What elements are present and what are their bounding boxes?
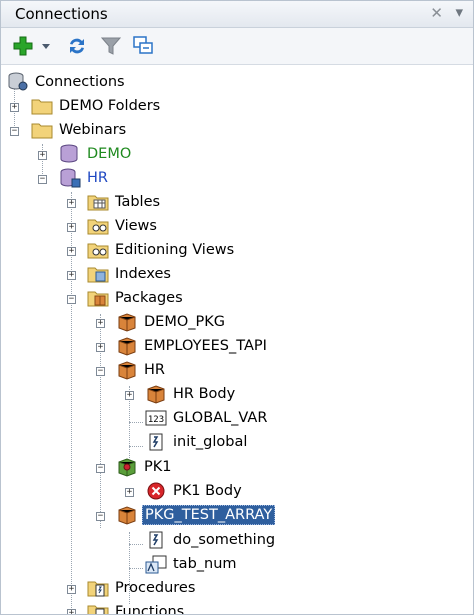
filter-icon[interactable] bbox=[99, 34, 123, 58]
expand-toggle[interactable]: + bbox=[67, 223, 76, 232]
expand-toggle[interactable]: + bbox=[125, 488, 134, 497]
folder-icon bbox=[31, 120, 53, 140]
tree-item-global-var[interactable]: 123 GLOBAL_VAR bbox=[145, 406, 269, 430]
panel-title: Connections bbox=[15, 5, 108, 23]
expand-toggle[interactable]: + bbox=[67, 199, 76, 208]
views-folder-icon bbox=[87, 216, 109, 236]
close-icon[interactable]: ✕ bbox=[430, 4, 443, 22]
connections-panel: Connections ✕ ▾ Connections + DEMO Folde… bbox=[0, 0, 474, 615]
panel-titlebar: Connections ✕ ▾ bbox=[1, 1, 473, 28]
tree-item-webinars[interactable]: Webinars bbox=[31, 118, 128, 142]
expand-toggle[interactable]: + bbox=[67, 609, 76, 614]
package-debug-icon bbox=[116, 457, 138, 477]
tree-item-hr-package[interactable]: HR bbox=[116, 358, 167, 382]
panel-menu-arrow-icon[interactable]: ▾ bbox=[455, 3, 463, 21]
expand-toggle[interactable]: + bbox=[67, 247, 76, 256]
procedure-icon bbox=[145, 432, 167, 452]
package-icon bbox=[116, 312, 138, 332]
refresh-icon[interactable] bbox=[65, 34, 89, 58]
expand-toggle[interactable]: + bbox=[96, 319, 105, 328]
database-icon bbox=[59, 144, 81, 164]
tree-item-packages[interactable]: Packages bbox=[87, 286, 185, 310]
tree-item-indexes[interactable]: Indexes bbox=[87, 262, 173, 286]
database-connected-icon bbox=[59, 168, 81, 188]
tree-item-views[interactable]: Views bbox=[87, 214, 159, 238]
selected-item-label: PKG_TEST_ARRAY bbox=[142, 505, 276, 525]
error-icon bbox=[145, 481, 167, 501]
svg-text:123: 123 bbox=[148, 415, 164, 425]
collapse-toggle[interactable]: − bbox=[96, 464, 105, 473]
add-icon[interactable] bbox=[11, 34, 35, 58]
expand-toggle[interactable]: + bbox=[38, 151, 47, 160]
tree-item-procedures[interactable]: Procedures bbox=[87, 576, 197, 600]
collapse-toggle[interactable]: − bbox=[67, 295, 76, 304]
package-icon bbox=[116, 505, 138, 525]
tree-item-init-global[interactable]: init_global bbox=[145, 430, 249, 454]
tree-item-demo-pkg[interactable]: DEMO_PKG bbox=[116, 310, 227, 334]
numeric-variable-icon: 123 bbox=[145, 408, 167, 428]
connections-tree: Connections + DEMO Folders − Webinars + … bbox=[1, 64, 473, 614]
tree-item-pk1-body[interactable]: PK1 Body bbox=[145, 479, 244, 503]
editioning-views-folder-icon bbox=[87, 240, 109, 260]
expand-toggle[interactable]: + bbox=[10, 103, 19, 112]
connections-icon bbox=[7, 72, 29, 92]
collapse-toggle[interactable]: − bbox=[96, 367, 105, 376]
expand-toggle[interactable]: + bbox=[67, 271, 76, 280]
tree-root-connections[interactable]: Connections bbox=[7, 70, 127, 94]
collapse-icon[interactable] bbox=[131, 34, 155, 58]
tree-item-employees-tapi[interactable]: EMPLOYEES_TAPI bbox=[116, 334, 269, 358]
tree-item-do-something[interactable]: do_something bbox=[145, 528, 277, 552]
type-variable-icon bbox=[145, 554, 167, 574]
packages-folder-icon bbox=[87, 288, 109, 308]
package-icon bbox=[116, 360, 138, 380]
tables-folder-icon bbox=[87, 192, 109, 212]
tree-item-hr-body[interactable]: HR Body bbox=[145, 382, 237, 406]
tree-root-label: Connections bbox=[35, 74, 125, 90]
dropdown-arrow-icon[interactable] bbox=[39, 34, 53, 58]
tree-item-functions[interactable]: Functions bbox=[87, 600, 186, 614]
package-body-icon bbox=[145, 384, 167, 404]
procedure-icon bbox=[145, 530, 167, 550]
tree-item-pk1[interactable]: PK1 bbox=[116, 455, 173, 479]
tree-item-tables[interactable]: Tables bbox=[87, 190, 162, 214]
expand-toggle[interactable]: + bbox=[125, 391, 134, 400]
collapse-toggle[interactable]: − bbox=[38, 175, 47, 184]
collapse-toggle[interactable]: − bbox=[10, 127, 19, 136]
tree-item-pkg-test-array[interactable]: PKG_TEST_ARRAY bbox=[116, 503, 276, 527]
tree-item-tab-num[interactable]: tab_num bbox=[145, 552, 239, 576]
functions-folder-icon bbox=[87, 602, 109, 614]
procedures-folder-icon bbox=[87, 578, 109, 598]
tree-item-demo-connection[interactable]: DEMO bbox=[59, 142, 133, 166]
connections-toolbar bbox=[1, 28, 473, 65]
folder-icon bbox=[31, 96, 53, 116]
tree-item-hr-connection[interactable]: HR bbox=[59, 166, 110, 190]
tree-item-demo-folders[interactable]: DEMO Folders bbox=[31, 94, 162, 118]
expand-toggle[interactable]: + bbox=[67, 585, 76, 594]
expand-toggle[interactable]: + bbox=[96, 343, 105, 352]
indexes-folder-icon bbox=[87, 264, 109, 284]
package-icon bbox=[116, 336, 138, 356]
collapse-toggle[interactable]: − bbox=[96, 512, 105, 521]
tree-item-editioning-views[interactable]: Editioning Views bbox=[87, 238, 236, 262]
